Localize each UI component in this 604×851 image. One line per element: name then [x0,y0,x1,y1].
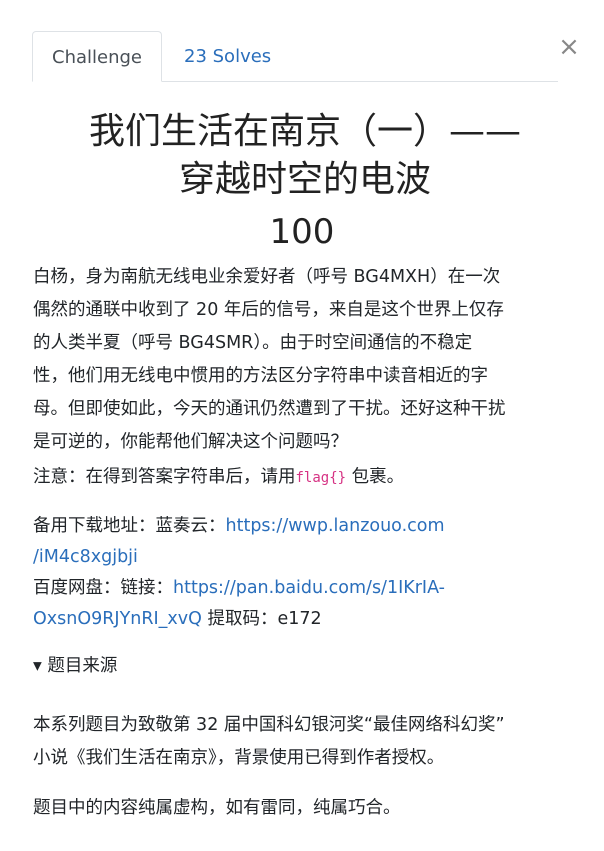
note-suffix: 包裹。 [351,467,405,487]
series-note: 本系列题目为致敬第 32 届中国科幻银河奖“最佳网络科幻奖” 小说《我们生活在南… [33,709,579,775]
intro-line: 偶然的通联中收到了 20 年后的信号，来自是这个世界上仅存 [33,300,504,320]
lanzou-line-2: /iM4c8xgjbji [33,542,579,573]
tab-solves[interactable]: 23 Solves [184,31,271,81]
baidu-line: 百度网盘：链接：https://pan.baidu.com/s/1IKrIA- [33,573,579,604]
download-links: 备用下载地址：蓝奏云：https://wwp.lanzouo.com /iM4c… [33,511,579,635]
lanzou-label: 备用下载地址：蓝奏云： [33,516,226,536]
intro-line: 的人类半夏（呼号 BG4SMR）。由于时空间通信的不稳定 [33,333,473,353]
description-intro: 白杨，身为南航无线电业余爱好者（呼号 BG4MXH）在一次 偶然的通联中收到了 … [33,261,579,459]
intro-line: 性，他们用无线电中惯用的方法区分字符串中读音相近的字 [33,366,488,386]
baidu-link[interactable]: https://pan.baidu.com/s/1IKrIA- [173,578,445,598]
intro-line: 母。但即使如此，今天的通讯仍然遭到了干扰。还好这种干扰 [33,399,506,419]
title-line-1: 我们生活在南京（一）—— [88,111,521,152]
challenge-points: 100 [269,212,335,252]
series-line: 小说《我们生活在南京》，背景使用已得到作者授权。 [33,748,445,768]
baidu-link-continued[interactable]: OxsnO9RJYnRI_xvQ [33,609,202,629]
lanzou-link[interactable]: https://wwp.lanzouo.com [226,516,445,536]
intro-line: 是可逆的，你能帮他们解决这个问题吗？ [33,432,348,452]
baidu-line-2: OxsnO9RJYnRI_xvQ 提取码：e172 [33,604,579,635]
note-prefix: 注意：在得到答案字符串后，请用 [33,467,296,487]
close-icon[interactable]: × [558,32,580,62]
baidu-label: 百度网盘：链接： [33,578,173,598]
baidu-extract-code: 提取码：e172 [207,609,322,629]
challenge-tabs: Challenge 23 Solves [32,31,558,82]
title-line-2: 穿越时空的电波 [178,159,431,200]
intro-line: 白杨，身为南航无线电业余爱好者（呼号 BG4MXH）在一次 [33,267,501,287]
source-toggle[interactable]: ▾ 题目来源 [33,651,579,681]
tab-challenge[interactable]: Challenge [32,31,162,82]
fiction-disclaimer: 题目中的内容纯属虚构，如有雷同，纯属巧合。 [33,798,401,818]
challenge-title: 我们生活在南京（一）—— 穿越时空的电波 [20,108,590,204]
series-line: 本系列题目为致敬第 32 届中国科幻银河奖“最佳网络科幻奖” [33,715,505,735]
flag-format-code: flag{} [295,470,347,486]
lanzou-link-continued[interactable]: /iM4c8xgjbji [33,547,138,567]
lanzou-line: 备用下载地址：蓝奏云：https://wwp.lanzouo.com [33,511,579,542]
flag-format-note: 注意：在得到答案字符串后，请用flag{} 包裹。 [33,462,579,493]
